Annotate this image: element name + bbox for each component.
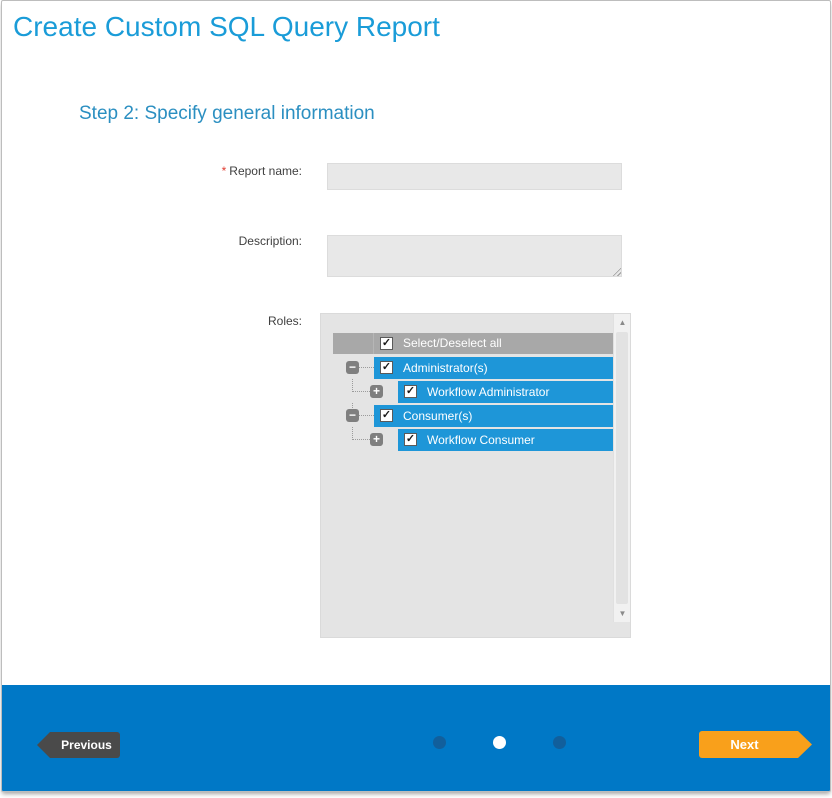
wizard-footer: Previous Next	[2, 685, 830, 791]
tree-row-label[interactable]: Workflow Administrator	[427, 381, 549, 403]
checkbox[interactable]: ✓	[380, 361, 393, 374]
wizard-page: Create Custom SQL Query Report Step 2: S…	[1, 0, 831, 792]
tree-row-workflow-consumer[interactable]: + ✓ Workflow Consumer	[333, 429, 615, 451]
tree-row-workflow-administrator[interactable]: + ✓ Workflow Administrator	[333, 381, 615, 403]
report-name-input[interactable]	[327, 163, 622, 190]
step-indicator-dot-active	[493, 736, 506, 749]
select-all-row[interactable]: ✓ Select/Deselect all	[333, 333, 615, 354]
scrollbar[interactable]: ▲ ▼	[613, 314, 630, 622]
next-button[interactable]: Next	[699, 731, 812, 758]
step-indicator-dot	[553, 736, 566, 749]
collapse-icon[interactable]: −	[346, 409, 359, 422]
step-indicator-dot	[433, 736, 446, 749]
report-name-label: *Report name:	[102, 164, 302, 178]
scrollbar-thumb[interactable]	[616, 332, 628, 604]
required-marker: *	[222, 164, 227, 178]
previous-button[interactable]: Previous	[37, 732, 120, 758]
checkbox[interactable]: ✓	[404, 433, 417, 446]
column-divider	[373, 333, 374, 354]
check-icon: ✓	[405, 434, 416, 445]
roles-tree: ✓ Select/Deselect all − ✓ Administrator(…	[320, 313, 631, 638]
select-all-checkbox[interactable]: ✓	[380, 337, 393, 350]
checkbox[interactable]: ✓	[380, 409, 393, 422]
roles-label: Roles:	[102, 314, 302, 328]
select-all-label[interactable]: Select/Deselect all	[403, 333, 502, 354]
expand-icon[interactable]: +	[370, 385, 383, 398]
check-icon: ✓	[381, 410, 392, 421]
scroll-up-icon[interactable]: ▲	[614, 314, 631, 331]
tree-row-administrators[interactable]: − ✓ Administrator(s)	[333, 357, 615, 379]
check-icon: ✓	[381, 338, 392, 349]
tree-connector	[352, 391, 370, 392]
description-label: Description:	[102, 234, 302, 248]
tree-connector	[352, 439, 370, 440]
description-textarea[interactable]	[327, 235, 622, 277]
tree-row-label[interactable]: Workflow Consumer	[427, 429, 535, 451]
page-title: Create Custom SQL Query Report	[13, 11, 440, 43]
check-icon: ✓	[405, 386, 416, 397]
tree-connector	[359, 415, 374, 416]
tree-row-consumers[interactable]: − ✓ Consumer(s)	[333, 405, 615, 427]
scroll-down-icon[interactable]: ▼	[614, 605, 631, 622]
expand-icon[interactable]: +	[370, 433, 383, 446]
tree-connector	[359, 367, 374, 368]
step-heading: Step 2: Specify general information	[79, 103, 375, 125]
tree-row-label[interactable]: Consumer(s)	[403, 405, 472, 427]
check-icon: ✓	[381, 362, 392, 373]
tree-row-label[interactable]: Administrator(s)	[403, 357, 488, 379]
checkbox[interactable]: ✓	[404, 385, 417, 398]
collapse-icon[interactable]: −	[346, 361, 359, 374]
